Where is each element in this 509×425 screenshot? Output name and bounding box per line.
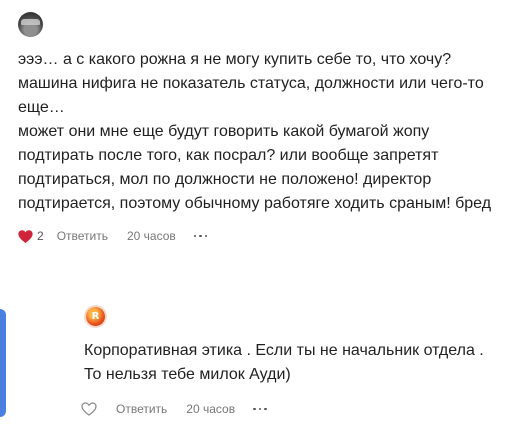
comment-text: эээ… а с какого рожна я не могу купить с… [18, 51, 492, 212]
reply-comment: R Корпоративная этика . Если ты не начал… [81, 305, 504, 418]
comment-time: 20 часов [126, 229, 176, 243]
avatar[interactable] [18, 12, 43, 37]
dot [199, 234, 202, 238]
thread-indicator [0, 309, 6, 417]
like-button[interactable]: 2 [18, 229, 44, 243]
heart-filled-icon [18, 229, 33, 243]
dot [264, 407, 267, 411]
like-button[interactable] [81, 402, 97, 416]
dot [253, 407, 256, 411]
reply-button[interactable]: Ответить [57, 229, 108, 243]
like-count: 2 [37, 229, 44, 243]
more-options-button[interactable] [253, 400, 267, 418]
comment-text: Корпоративная этика . Если ты не начальн… [84, 342, 484, 383]
more-options-button[interactable] [193, 227, 208, 245]
dot [193, 234, 197, 238]
comment-actions: Ответить 20 часов [81, 400, 504, 418]
dot [258, 407, 262, 411]
comment: эээ… а с какого рожна я не могу купить с… [18, 12, 503, 245]
comment-actions: 2 Ответить 20 часов [18, 227, 503, 245]
avatar[interactable]: R [84, 305, 107, 328]
reply-button[interactable]: Ответить [116, 402, 167, 416]
avatar-logo: R [86, 307, 105, 326]
comment-time: 20 часов [186, 402, 236, 416]
dot [204, 234, 208, 238]
heart-outline-icon [81, 402, 97, 416]
